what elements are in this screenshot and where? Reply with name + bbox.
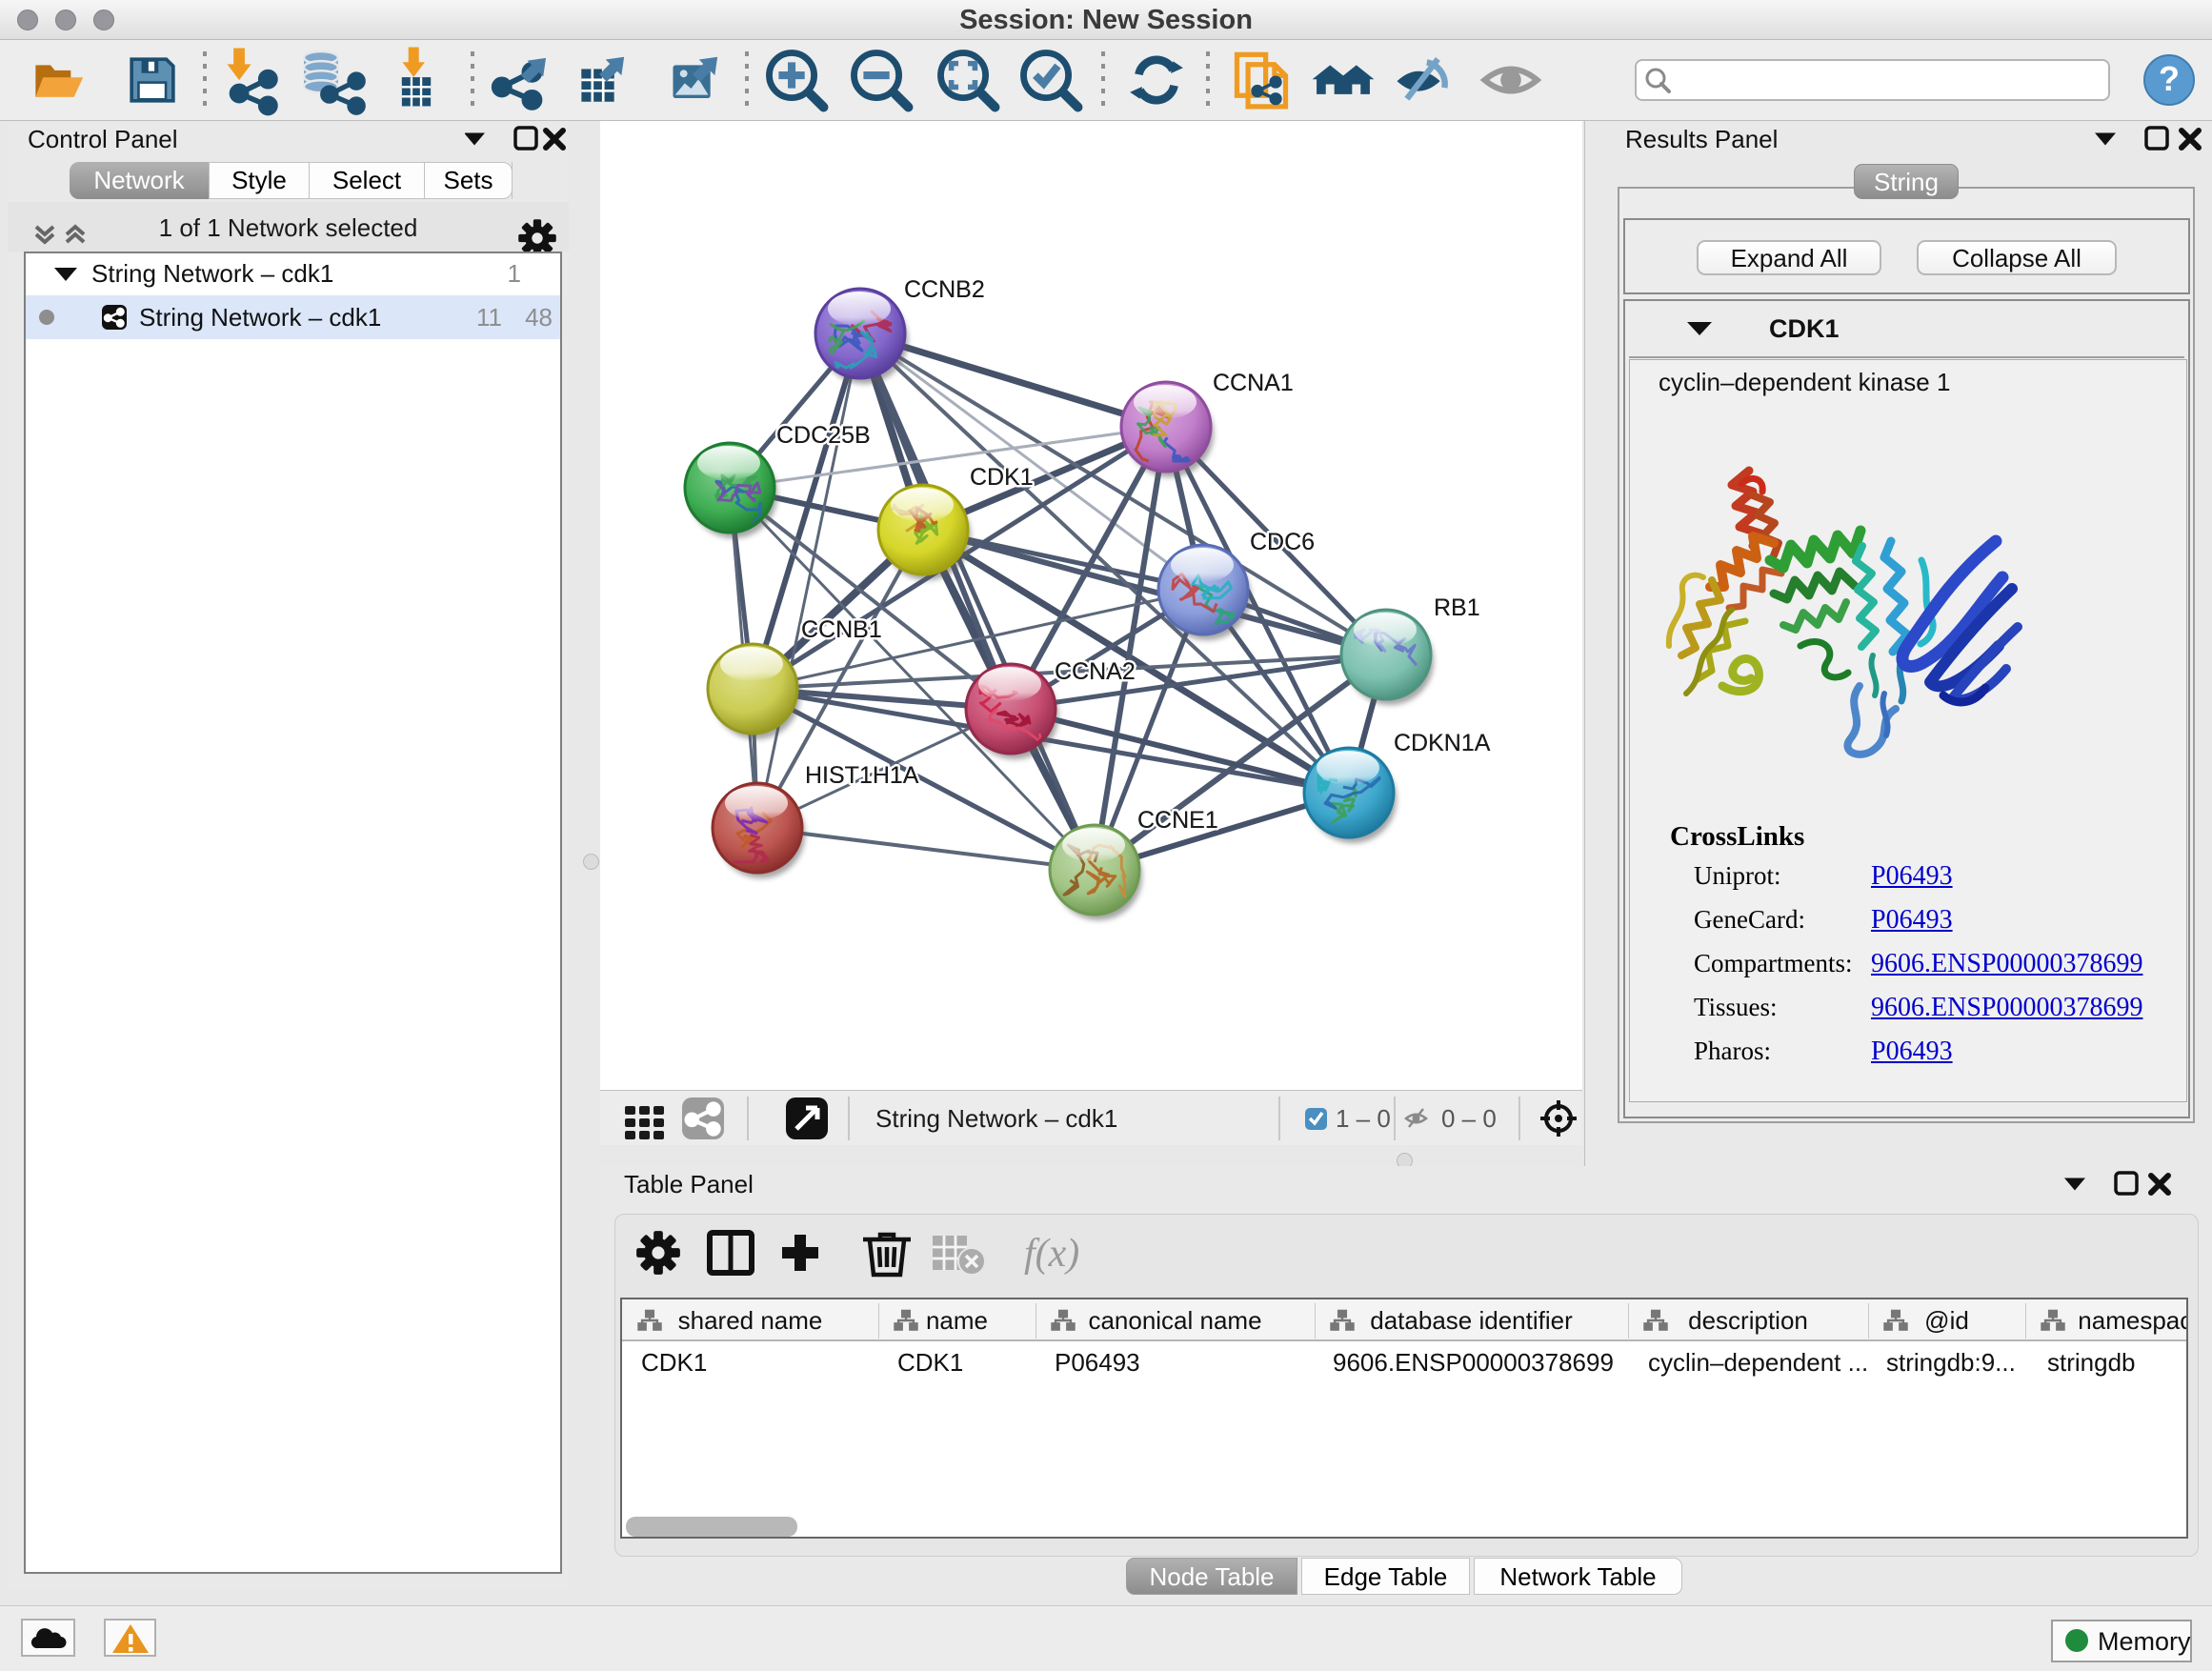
svg-text:0 – 0: 0 – 0 (1441, 1104, 1497, 1133)
svg-text:?: ? (2159, 59, 2180, 98)
svg-text:f(x): f(x) (1024, 1232, 1079, 1276)
svg-text:CCNE1: CCNE1 (1137, 807, 1218, 834)
svg-text:HIST1H1A: HIST1H1A (805, 762, 919, 789)
svg-text:1 – 0: 1 – 0 (1336, 1104, 1391, 1133)
svg-text:CDK1: CDK1 (970, 464, 1034, 491)
svg-text:CDC25B: CDC25B (776, 422, 871, 449)
svg-text:CCNB1: CCNB1 (801, 616, 882, 643)
svg-text:RB1: RB1 (1434, 594, 1480, 621)
svg-text:CDC6: CDC6 (1250, 529, 1315, 555)
svg-text:String Network – cdk1: String Network – cdk1 (875, 1104, 1117, 1133)
svg-text:CCNA2: CCNA2 (1055, 658, 1136, 685)
svg-text:CCNA1: CCNA1 (1213, 370, 1294, 396)
svg-text:CDKN1A: CDKN1A (1394, 730, 1491, 756)
svg-text:CCNB2: CCNB2 (904, 276, 985, 303)
